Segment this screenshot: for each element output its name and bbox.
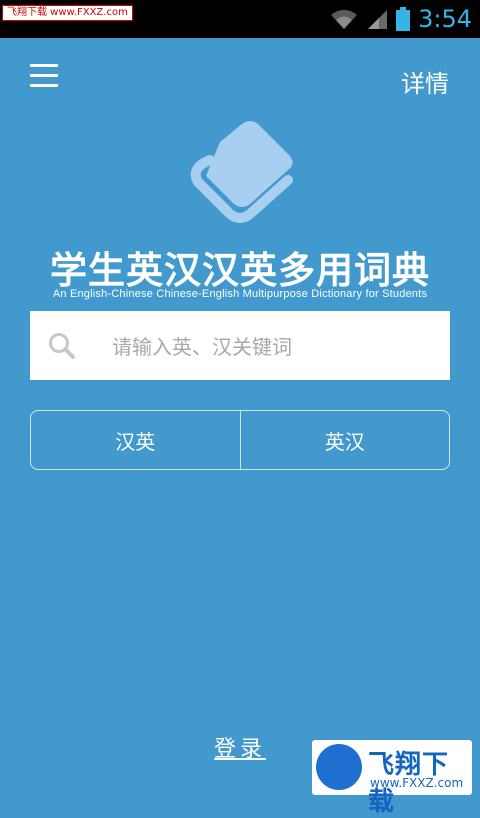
- wifi-icon: [331, 9, 358, 29]
- direction-toggle: 汉英 英汉: [30, 410, 450, 470]
- menu-icon-line: [30, 84, 58, 87]
- status-time: 3:54: [418, 5, 472, 33]
- status-bar: 飞翔下载 www.FXXZ.com 3:54: [0, 0, 480, 38]
- signal-icon: [368, 10, 388, 29]
- menu-icon-line: [30, 74, 58, 77]
- watermark-bottom: 飞翔下载 www.FXXZ.com: [312, 740, 472, 817]
- menu-icon-line: [30, 64, 58, 67]
- search-icon[interactable]: [48, 332, 76, 360]
- status-icons: 3:54: [330, 0, 472, 38]
- menu-button[interactable]: [30, 60, 60, 90]
- search-box[interactable]: [30, 311, 450, 382]
- details-button[interactable]: 详情: [401, 64, 449, 99]
- app-subtitle: An English-Chinese Chinese-English Multi…: [52, 288, 428, 300]
- tab-english-chinese[interactable]: 英汉: [239, 411, 450, 469]
- watermark-url: www.FXXZ.com: [370, 776, 464, 790]
- watermark-top: 飞翔下载 www.FXXZ.com: [2, 5, 133, 21]
- search-input[interactable]: [110, 311, 444, 382]
- app-title: 学生英汉汉英多用词典: [50, 248, 430, 292]
- battery-icon: [396, 7, 411, 31]
- tab-chinese-english[interactable]: 汉英: [31, 411, 240, 469]
- book-logo-icon: [190, 121, 293, 223]
- watermark-logo-icon: [316, 744, 362, 790]
